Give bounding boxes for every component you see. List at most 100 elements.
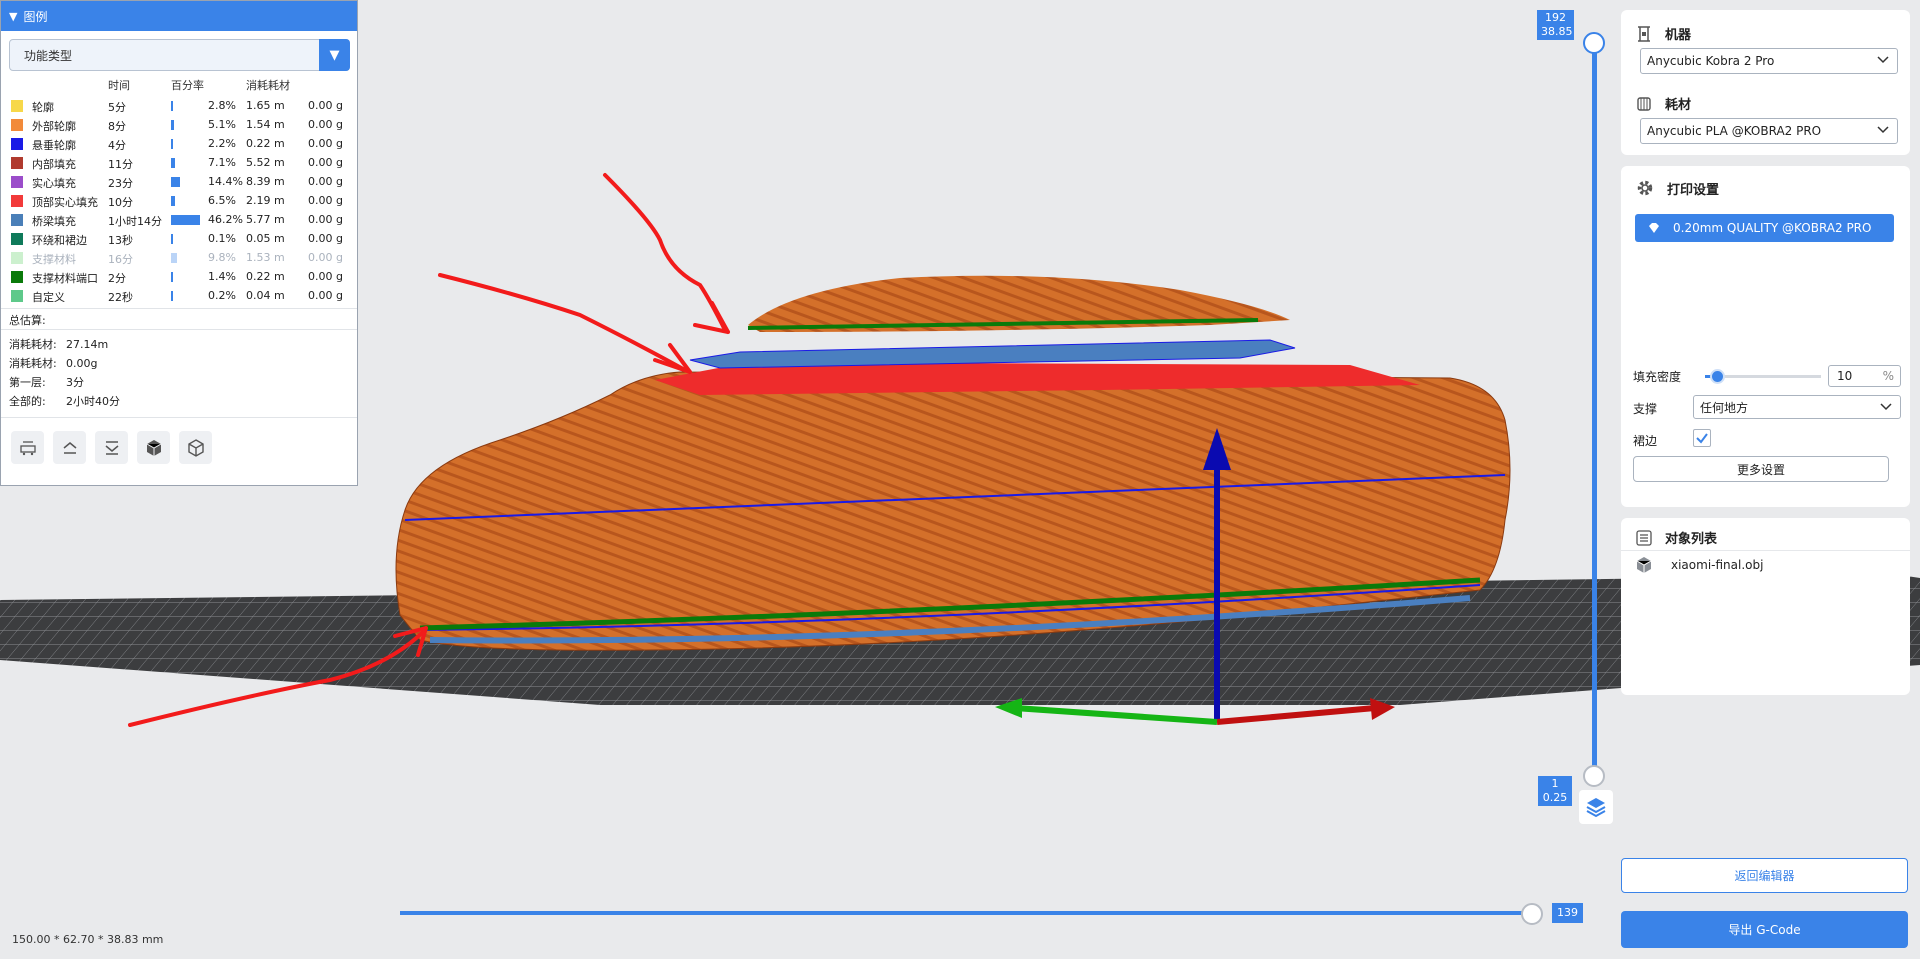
legend-row[interactable]: 悬垂轮廓 4分 2.2% 0.22 m 0.00 g (1, 134, 357, 153)
legend-weight: 0.00 g (308, 118, 343, 131)
legend-bar (171, 291, 173, 301)
move-slider-value: 139 (1552, 903, 1583, 923)
solid-view-button[interactable] (137, 431, 170, 464)
object-list-title: 对象列表 (1635, 528, 1717, 547)
totals-title: 总估算: (9, 314, 46, 327)
move-slider-track[interactable] (400, 911, 1532, 915)
legend-length: 8.39 m (246, 175, 285, 188)
dropdown-arrow-icon[interactable]: ▼ (319, 39, 350, 71)
preset-item[interactable]: 0.20mm QUALITY @KOBRA2 PRO (1635, 214, 1894, 242)
view-toolbar (11, 431, 212, 464)
brim-checkbox[interactable] (1693, 429, 1711, 447)
more-settings-button[interactable]: 更多设置 (1633, 456, 1889, 482)
cube-icon (1636, 557, 1652, 573)
machine-label: 机器 (1665, 28, 1692, 43)
legend-row[interactable]: 顶部实心填充 10分 6.5% 2.19 m 0.00 g (1, 191, 357, 210)
support-select[interactable]: 任何地方 (1693, 395, 1901, 419)
legend-length: 1.53 m (246, 251, 285, 264)
totals-label: 全部的: (9, 395, 46, 408)
layer-slider-top-knob[interactable] (1583, 32, 1605, 54)
legend-percent: 5.1% (208, 118, 236, 131)
legend-row[interactable]: 桥梁填充 1小时14分 46.2% 5.77 m 0.00 g (1, 210, 357, 229)
legend-time: 4分 (108, 139, 126, 152)
object-list-panel: 对象列表 xiaomi-final.obj (1621, 518, 1910, 695)
legend-percent: 6.5% (208, 194, 236, 207)
legend-percent: 46.2% (208, 213, 243, 226)
legend-bar (171, 101, 173, 111)
legend-weight: 0.00 g (308, 175, 343, 188)
top-layer-number: 192 (1545, 11, 1566, 24)
layer-slider-track[interactable] (1592, 43, 1597, 783)
legend-row[interactable]: 轮廓 5分 2.8% 1.65 m 0.00 g (1, 96, 357, 115)
chevron-down-icon (1880, 403, 1892, 411)
legend-swatch (11, 138, 23, 150)
cube-solid-icon (146, 439, 161, 456)
back-to-editor-button[interactable]: 返回编辑器 (1621, 858, 1908, 893)
legend-time: 23分 (108, 177, 133, 190)
collapse-triangle-icon[interactable]: ▼ (9, 10, 17, 23)
legend-name: 自定义 (32, 291, 65, 304)
legend-weight: 0.00 g (308, 99, 343, 112)
filament-icon (1637, 96, 1651, 111)
infill-slider-knob[interactable] (1710, 369, 1725, 384)
filament-select[interactable]: Anycubic PLA @KOBRA2 PRO (1640, 118, 1898, 144)
layer-slider-bottom-knob[interactable] (1583, 765, 1605, 787)
layer-slider[interactable]: 192 38.85 1 0.25 (1537, 10, 1627, 840)
col-time: 时间 (108, 79, 130, 92)
totals-row: 消耗耗材: 27.14m (9, 336, 108, 352)
move-slider-knob[interactable] (1521, 903, 1543, 925)
legend-length: 1.65 m (246, 99, 285, 112)
legend-type-select[interactable]: 功能类型 ▼ (9, 39, 350, 71)
legend-row[interactable]: 自定义 22秒 0.2% 0.04 m 0.00 g (1, 286, 357, 305)
legend-name: 实心填充 (32, 177, 76, 190)
infill-value: 10 (1837, 369, 1853, 383)
legend-row[interactable]: 环绕和裙边 13秒 0.1% 0.05 m 0.00 g (1, 229, 357, 248)
arrow-down-layer-icon (105, 440, 118, 455)
legend-row[interactable]: 内部填充 11分 7.1% 5.52 m 0.00 g (1, 153, 357, 172)
y-axis (1014, 705, 1218, 725)
machine-select[interactable]: Anycubic Kobra 2 Pro (1640, 48, 1898, 74)
legend-length: 5.52 m (246, 156, 285, 169)
legend-time: 5分 (108, 101, 126, 114)
legend-length: 5.77 m (246, 213, 285, 226)
legend-row[interactable]: 实心填充 23分 14.4% 8.39 m 0.00 g (1, 172, 357, 191)
legend-length: 2.19 m (246, 194, 285, 207)
legend-time: 1小时14分 (108, 215, 162, 228)
legend-percent: 1.4% (208, 270, 236, 283)
bottom-layer-height: 0.25 (1542, 791, 1568, 804)
legend-percent: 2.2% (208, 137, 236, 150)
legend-bar (171, 215, 200, 225)
legend-bar (171, 234, 173, 244)
legend-row[interactable]: 支撑材料端口 2分 1.4% 0.22 m 0.00 g (1, 267, 357, 286)
wire-view-button[interactable] (179, 431, 212, 464)
legend-weight: 0.00 g (308, 194, 343, 207)
export-gcode-button[interactable]: 导出 G-Code (1621, 911, 1908, 948)
legend-swatch (11, 214, 23, 226)
infill-input[interactable]: 10 % (1828, 365, 1901, 387)
object-list-item[interactable]: xiaomi-final.obj (1635, 556, 1763, 574)
legend-time: 2分 (108, 272, 126, 285)
top-layer-tag: 192 38.85 (1537, 10, 1574, 40)
bottom-layer-button[interactable] (95, 431, 128, 464)
top-layer-button[interactable] (53, 431, 86, 464)
preset-label: 0.20mm QUALITY @KOBRA2 PRO (1673, 221, 1872, 235)
layers-button[interactable] (1579, 790, 1613, 824)
totals-label: 第一层: (9, 376, 46, 389)
top-layer-height: 38.85 (1541, 25, 1573, 38)
machine-icon (1638, 25, 1650, 42)
legend-header[interactable]: ▼ 图例 (1, 1, 357, 31)
legend-row[interactable]: 外部轮廓 8分 5.1% 1.54 m 0.00 g (1, 115, 357, 134)
legend-columns: 时间 百分率 消耗耗材 (1, 75, 357, 93)
legend-row[interactable]: 支撑材料 16分 9.8% 1.53 m 0.00 g (1, 248, 357, 267)
printer-view-button[interactable] (11, 431, 44, 464)
legend-swatch (11, 271, 23, 283)
legend-name: 支撑材料 (32, 253, 76, 266)
diamond-icon (1649, 223, 1659, 233)
bottom-layer-tag: 1 0.25 (1538, 776, 1572, 806)
legend-name: 外部轮廓 (32, 120, 76, 133)
checkmark-icon (1696, 433, 1708, 444)
infill-label: 填充密度 (1633, 370, 1682, 384)
legend-panel: ▼ 图例 功能类型 ▼ 时间 百分率 消耗耗材 轮廓 5分 2.8% 1.65 m 0.… (0, 0, 358, 486)
legend-time: 22秒 (108, 291, 133, 304)
legend-rows: 轮廓 5分 2.8% 1.65 m 0.00 g 外部轮廓 8分 5.1% 1.54 m 0.00… (1, 96, 357, 305)
